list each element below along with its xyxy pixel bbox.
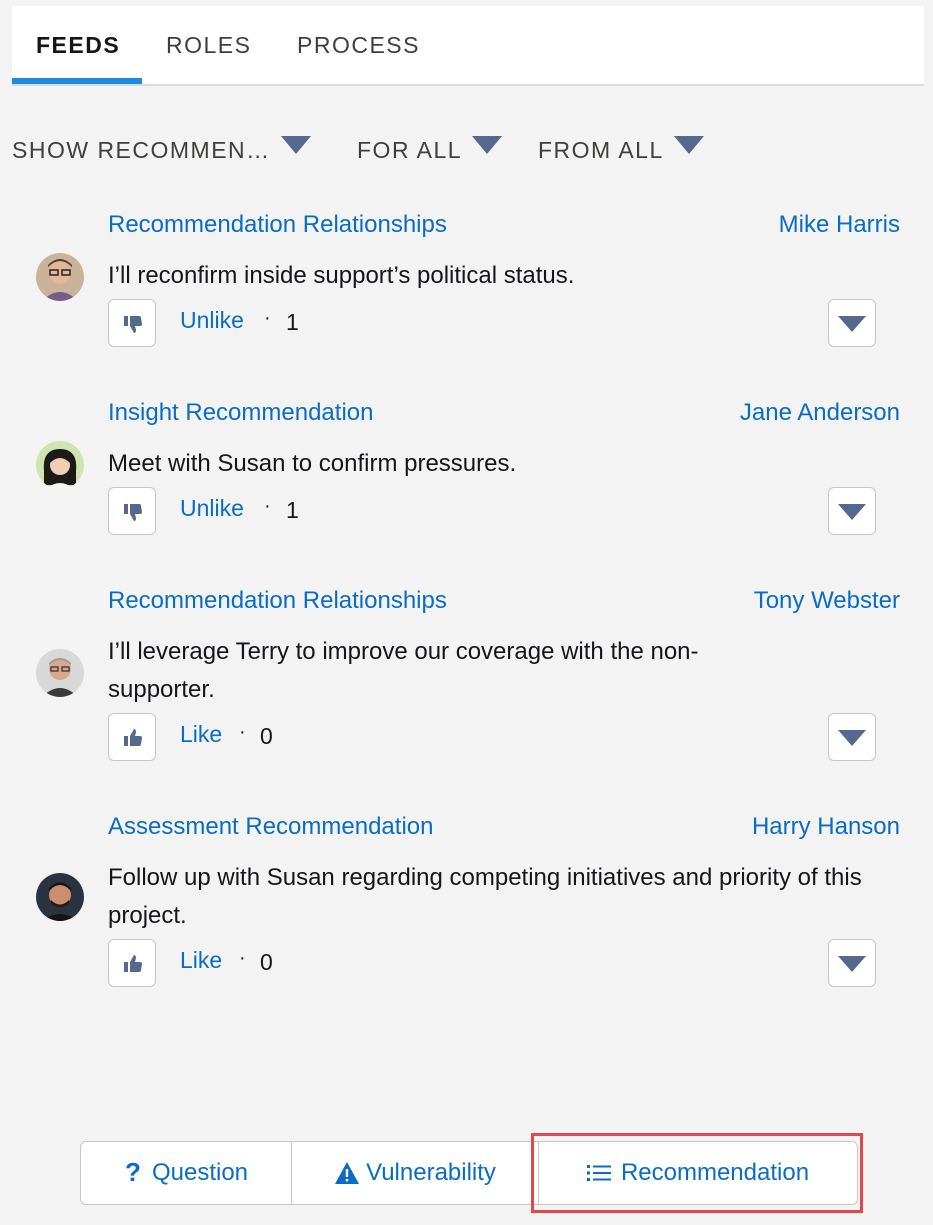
list-icon	[586, 1163, 611, 1183]
recommendation-type-link[interactable]: Assessment Recommendation	[108, 813, 433, 841]
post-text: I’ll leverage Terry to improve our cover…	[108, 638, 699, 703]
like-count: 1	[286, 497, 299, 523]
avatar[interactable]	[36, 649, 84, 697]
chevron-down-icon	[838, 316, 866, 332]
question-icon: ?	[124, 1160, 142, 1186]
item-menu-button[interactable]	[828, 713, 876, 761]
feed-item: Recommendation Relationships Tony Webste…	[0, 587, 933, 767]
thumbs-up-button[interactable]	[108, 713, 156, 761]
thumbs-up-icon	[124, 729, 142, 746]
from-filter-dropdown[interactable]: FROM ALL	[538, 136, 704, 164]
author-link[interactable]: Harry Hanson	[752, 813, 900, 841]
recommendation-type-link[interactable]: Recommendation Relationships	[108, 211, 447, 239]
post-text: Meet with Susan to confirm pressures.	[108, 450, 517, 477]
feed-item: Recommendation Relationships Mike Harris…	[0, 211, 933, 351]
chevron-down-icon	[838, 504, 866, 520]
item-menu-button[interactable]	[828, 939, 876, 987]
filter-bar: SHOW RECOMMEN… FOR ALL FROM ALL	[12, 128, 912, 172]
avatar[interactable]	[36, 253, 84, 301]
question-button[interactable]: ? Question	[81, 1142, 291, 1204]
warning-icon	[334, 1161, 360, 1185]
post-text: Follow up with Susan regarding competing…	[108, 864, 862, 929]
like-link[interactable]: Like	[180, 721, 222, 748]
recommendation-button[interactable]: Recommendation	[538, 1142, 857, 1204]
thumbs-down-button[interactable]	[108, 487, 156, 535]
chevron-down-icon	[673, 136, 704, 154]
separator-dot: ·	[264, 495, 271, 517]
vulnerability-label: Vulnerability	[366, 1159, 496, 1186]
author-link[interactable]: Jane Anderson	[740, 399, 900, 427]
author-link[interactable]: Mike Harris	[779, 211, 900, 239]
show-filter-dropdown[interactable]: SHOW RECOMMEN…	[12, 136, 311, 164]
tab-process[interactable]: PROCESS	[297, 30, 420, 84]
like-count: 1	[286, 309, 299, 335]
recommendation-label: Recommendation	[620, 1159, 810, 1186]
avatar[interactable]	[36, 441, 84, 489]
separator-dot: ·	[239, 721, 246, 743]
recommendation-type-link[interactable]: Insight Recommendation	[108, 399, 373, 427]
chevron-down-icon	[838, 730, 866, 746]
recommendation-type-link[interactable]: Recommendation Relationships	[108, 587, 447, 615]
author-link[interactable]: Tony Webster	[754, 587, 900, 615]
from-filter-label: FROM ALL	[538, 137, 664, 163]
show-filter-label: SHOW RECOMMEN…	[12, 137, 271, 163]
like-link[interactable]: Like	[180, 947, 222, 974]
thumbs-up-icon	[124, 955, 142, 972]
like-count: 0	[260, 949, 273, 975]
chevron-down-icon	[472, 136, 503, 154]
svg-text:?: ?	[125, 1160, 141, 1186]
vulnerability-button[interactable]: Vulnerability	[291, 1142, 538, 1204]
for-filter-label: FOR ALL	[357, 137, 463, 163]
feed-item: Insight Recommendation Jane Anderson Mee…	[0, 399, 933, 539]
thumbs-up-button[interactable]	[108, 939, 156, 987]
tab-feeds[interactable]: FEEDS	[36, 30, 120, 84]
item-menu-button[interactable]	[828, 487, 876, 535]
active-tab-indicator	[12, 78, 142, 84]
like-count: 0	[260, 723, 273, 749]
thumbs-down-icon	[124, 504, 142, 521]
chevron-down-icon	[280, 136, 311, 154]
unlike-link[interactable]: Unlike	[180, 495, 244, 522]
chevron-down-icon	[838, 956, 866, 972]
separator-dot: ·	[264, 307, 271, 329]
tab-roles[interactable]: ROLES	[166, 30, 251, 84]
avatar[interactable]	[36, 873, 84, 921]
unlike-link[interactable]: Unlike	[180, 307, 244, 334]
question-label: Question	[151, 1159, 249, 1186]
item-menu-button[interactable]	[828, 299, 876, 347]
composer-type-bar: ? Question Vulnerability Recommendation	[80, 1141, 858, 1205]
thumbs-down-button[interactable]	[108, 299, 156, 347]
post-text: I’ll reconfirm inside support’s politica…	[108, 262, 575, 289]
separator-dot: ·	[239, 947, 246, 969]
for-filter-dropdown[interactable]: FOR ALL	[357, 136, 503, 164]
tab-bar: FEEDS ROLES PROCESS	[12, 6, 924, 86]
feed-item: Assessment Recommendation Harry Hanson F…	[0, 813, 933, 993]
thumbs-down-icon	[124, 316, 142, 333]
